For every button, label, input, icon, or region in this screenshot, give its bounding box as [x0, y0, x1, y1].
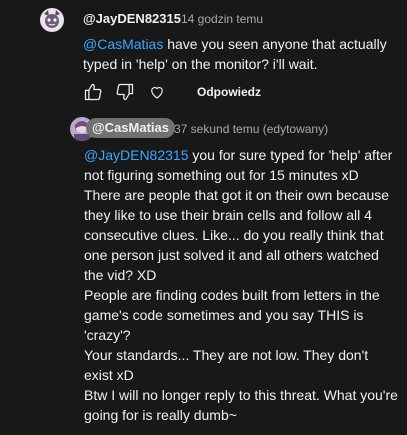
comment-paragraph: Btw I will no longer reply to this threa… [84, 387, 398, 423]
comment-timestamp[interactable]: 37 sekund temu (edytowany) [174, 122, 328, 136]
comment-body: @CasMatias have you seen anyone that act… [83, 34, 388, 74]
comment-actions: Odpowiedz [81, 80, 261, 104]
comment-paragraph: People are finding codes built from lett… [84, 287, 380, 343]
like-button[interactable] [81, 80, 105, 104]
mention-link[interactable]: @JayDEN82315 [84, 147, 189, 163]
avatar-jayden[interactable] [40, 8, 64, 32]
reply-button[interactable]: Odpowiedz [197, 85, 261, 99]
heart-button[interactable] [145, 80, 169, 104]
comment-timestamp[interactable]: 14 godzin temu [181, 12, 263, 26]
comment-body: @JayDEN82315 you for sure typed for 'hel… [84, 145, 399, 425]
thumb-up-icon [84, 83, 102, 101]
dislike-button[interactable] [113, 80, 137, 104]
heart-icon [151, 86, 163, 99]
comment-paragraph: Your standards... They are not low. They… [84, 347, 369, 383]
comment-paragraph: @JayDEN82315 you for sure typed for 'hel… [84, 147, 393, 183]
mention-link[interactable]: @CasMatias [83, 36, 163, 52]
comment-paragraph: There are people that got it on their ow… [84, 187, 390, 283]
comment-author-chip[interactable]: @CasMatias [86, 118, 175, 138]
thumb-down-icon [116, 83, 134, 101]
avatar-image [40, 8, 64, 32]
comment-author[interactable]: @JayDEN82315 [83, 11, 181, 26]
